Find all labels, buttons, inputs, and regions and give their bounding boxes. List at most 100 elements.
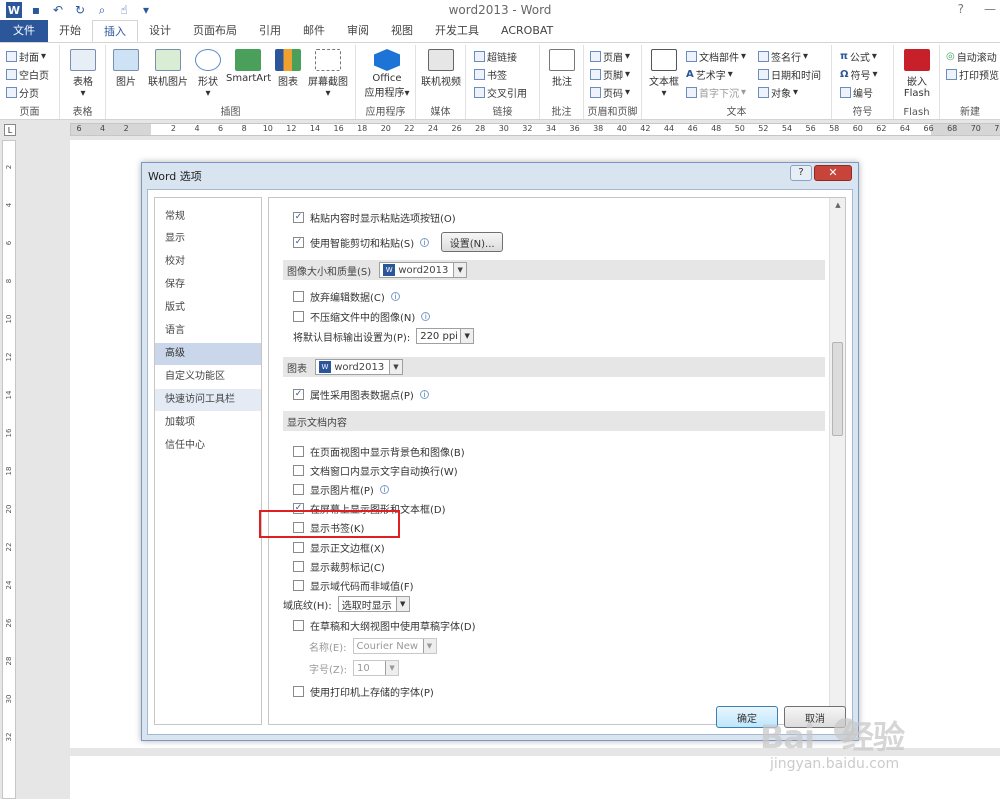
checkbox-checked[interactable]: ✓ [293,236,304,248]
option-crop-marks[interactable]: 显示裁剪标记(C) [293,559,385,574]
bookmark-button[interactable]: 书签 [474,67,507,82]
settings-button[interactable]: 设置(N)... [441,232,504,252]
tab-view[interactable]: 视图 [380,20,424,42]
ppi-select[interactable]: 220 ppi ▼ [416,328,475,344]
cover-page-button[interactable]: 封面 ▾ [6,49,46,64]
checkbox[interactable] [293,561,304,572]
checkbox[interactable] [293,311,304,322]
option-picture-placeholders[interactable]: 显示图片框(P) i [293,482,389,497]
auto-scroll-button[interactable]: ◎ 自动滚动 [946,49,997,64]
options-scrollbar[interactable]: ▲ ▼ [829,198,845,724]
signature-line-button[interactable]: 签名行 ▾ [758,49,808,64]
tab-acrobat[interactable]: ACROBAT [490,20,564,42]
nav-quick-access-toolbar[interactable]: 快速访问工具栏 [155,389,261,411]
online-picture-icon [155,49,181,71]
dialog-close-button[interactable]: ✕ [814,165,852,181]
help-button[interactable]: ? [958,2,964,16]
footer-button[interactable]: 页脚 ▾ [590,67,630,82]
wordart-button[interactable]: A 艺术字 ▾ [686,67,733,82]
print-preview-button[interactable]: 打印预览 [946,67,999,82]
checkbox[interactable] [293,291,304,302]
image-document-select[interactable]: W word2013 ▼ [379,262,468,278]
tab-home[interactable]: 开始 [48,20,92,42]
tab-references[interactable]: 引用 [248,20,292,42]
smartart-button[interactable]: SmartArt [226,49,271,84]
equation-button[interactable]: π 公式 ▾ [840,49,877,64]
chart-document-select[interactable]: W word2013 ▼ [315,359,403,375]
tab-mailings[interactable]: 邮件 [292,20,336,42]
page-break-button[interactable]: 分页 [6,85,39,100]
date-time-button[interactable]: 日期和时间 [758,67,821,82]
object-button[interactable]: 对象 ▾ [758,85,798,100]
numbering-button[interactable]: 编号 [840,85,873,100]
option-smart-cut[interactable]: ✓ 使用智能剪切和粘贴(S) i 设置(N)... [293,232,504,252]
checkbox[interactable] [293,465,304,476]
option-printer-fonts[interactable]: 使用打印机上存储的字体(P) [293,684,434,699]
online-video-button[interactable]: 联机视频 [418,49,464,88]
option-wrap-text[interactable]: 文档窗口内显示文字自动换行(W) [293,463,458,478]
screenshot-button[interactable]: 屏幕截图 ▾ [304,49,352,99]
nav-layout[interactable]: 版式 [155,297,261,319]
field-shading-select[interactable]: 选取时显示 ▼ [337,596,410,612]
nav-proofing[interactable]: 校对 [155,251,261,273]
option-discard-editing[interactable]: 放弃编辑数据(C) i [293,289,400,304]
option-chart-properties[interactable]: ✓ 属性采用图表数据点(P) i [293,387,429,402]
nav-trust-center[interactable]: 信任中心 [155,435,261,457]
office-apps-button[interactable]: Office 应用程序▾ [362,49,412,99]
office-store-icon [374,49,400,71]
minimize-button[interactable]: — [984,2,996,16]
nav-add-ins[interactable]: 加载项 [155,412,261,434]
nav-save[interactable]: 保存 [155,274,261,296]
nav-customize-ribbon[interactable]: 自定义功能区 [155,366,261,388]
horizontal-ruler[interactable]: 6 4 2 2 4 6 8 10 12 14 16 18 20 22 24 26 28 30 32 34 36 38 40 4… [70,123,1000,136]
nav-general[interactable]: 常规 [155,206,261,228]
drop-cap-button[interactable]: 首字下沉 ▾ [686,85,746,100]
font-size-select[interactable]: 10 ▼ [353,660,400,676]
text-box-button[interactable]: 文本框 ▾ [646,49,682,99]
checkbox[interactable] [293,542,304,553]
option-no-compress[interactable]: 不压缩文件中的图像(N) i [293,309,431,324]
checkbox-checked[interactable]: ✓ [293,212,304,223]
header-button[interactable]: 页眉 ▾ [590,49,630,64]
embed-flash-button[interactable]: 嵌入 Flash [900,49,934,99]
dialog-help-button[interactable]: ? [790,165,812,181]
tab-insert[interactable]: 插入 [92,20,138,42]
option-draft-font[interactable]: 在草稿和大纲视图中使用草稿字体(D) [293,618,476,633]
option-paste-buttons[interactable]: ✓ 粘贴内容时显示粘贴选项按钮(O) [293,210,456,225]
table-button[interactable]: 表格 ▾ [68,49,98,99]
checkbox[interactable] [293,446,304,457]
scroll-up-icon[interactable]: ▲ [830,198,845,212]
tab-design[interactable]: 设计 [138,20,182,42]
vertical-ruler[interactable]: 2 4 6 8 10 12 14 16 18 20 22 24 26 28 30 32 [2,140,16,799]
checkbox[interactable] [293,620,304,631]
shapes-button[interactable]: 形状 ▾ [194,49,222,99]
nav-display[interactable]: 显示 [155,228,261,250]
option-field-codes[interactable]: 显示域代码而非域值(F) [293,578,414,593]
tab-developer[interactable]: 开发工具 [424,20,490,42]
page-number-button[interactable]: 页码 ▾ [590,85,630,100]
tab-selector[interactable]: L [4,124,16,136]
tab-file[interactable]: 文件 [0,20,48,42]
cross-reference-button[interactable]: 交叉引用 [474,85,527,100]
checkbox-checked[interactable]: ✓ [293,389,304,400]
pictures-button[interactable]: 图片 [112,49,140,88]
font-name-select[interactable]: Courier New ▼ [352,638,437,654]
tab-page-layout[interactable]: 页面布局 [182,20,248,42]
quick-parts-button[interactable]: 文档部件 ▾ [686,49,746,64]
nav-advanced[interactable]: 高级 [155,343,261,365]
ruler-tick-label: 68 [947,124,958,133]
checkbox[interactable] [293,580,304,591]
hyperlink-button[interactable]: 超链接 [474,49,517,64]
tab-review[interactable]: 审阅 [336,20,380,42]
chart-button[interactable]: 图表 [274,49,302,88]
checkbox[interactable] [293,686,304,697]
comment-button[interactable]: 批注 [546,49,578,88]
scrollbar-thumb[interactable] [832,342,843,436]
option-text-boundaries[interactable]: 显示正文边框(X) [293,540,385,555]
blank-page-button[interactable]: 空白页 [6,67,49,82]
checkbox[interactable] [293,484,304,495]
nav-language[interactable]: 语言 [155,320,261,342]
symbol-button[interactable]: Ω 符号 ▾ [840,67,878,82]
option-background-colors[interactable]: 在页面视图中显示背景色和图像(B) [293,444,465,459]
online-pictures-button[interactable]: 联机图片 [144,49,192,88]
